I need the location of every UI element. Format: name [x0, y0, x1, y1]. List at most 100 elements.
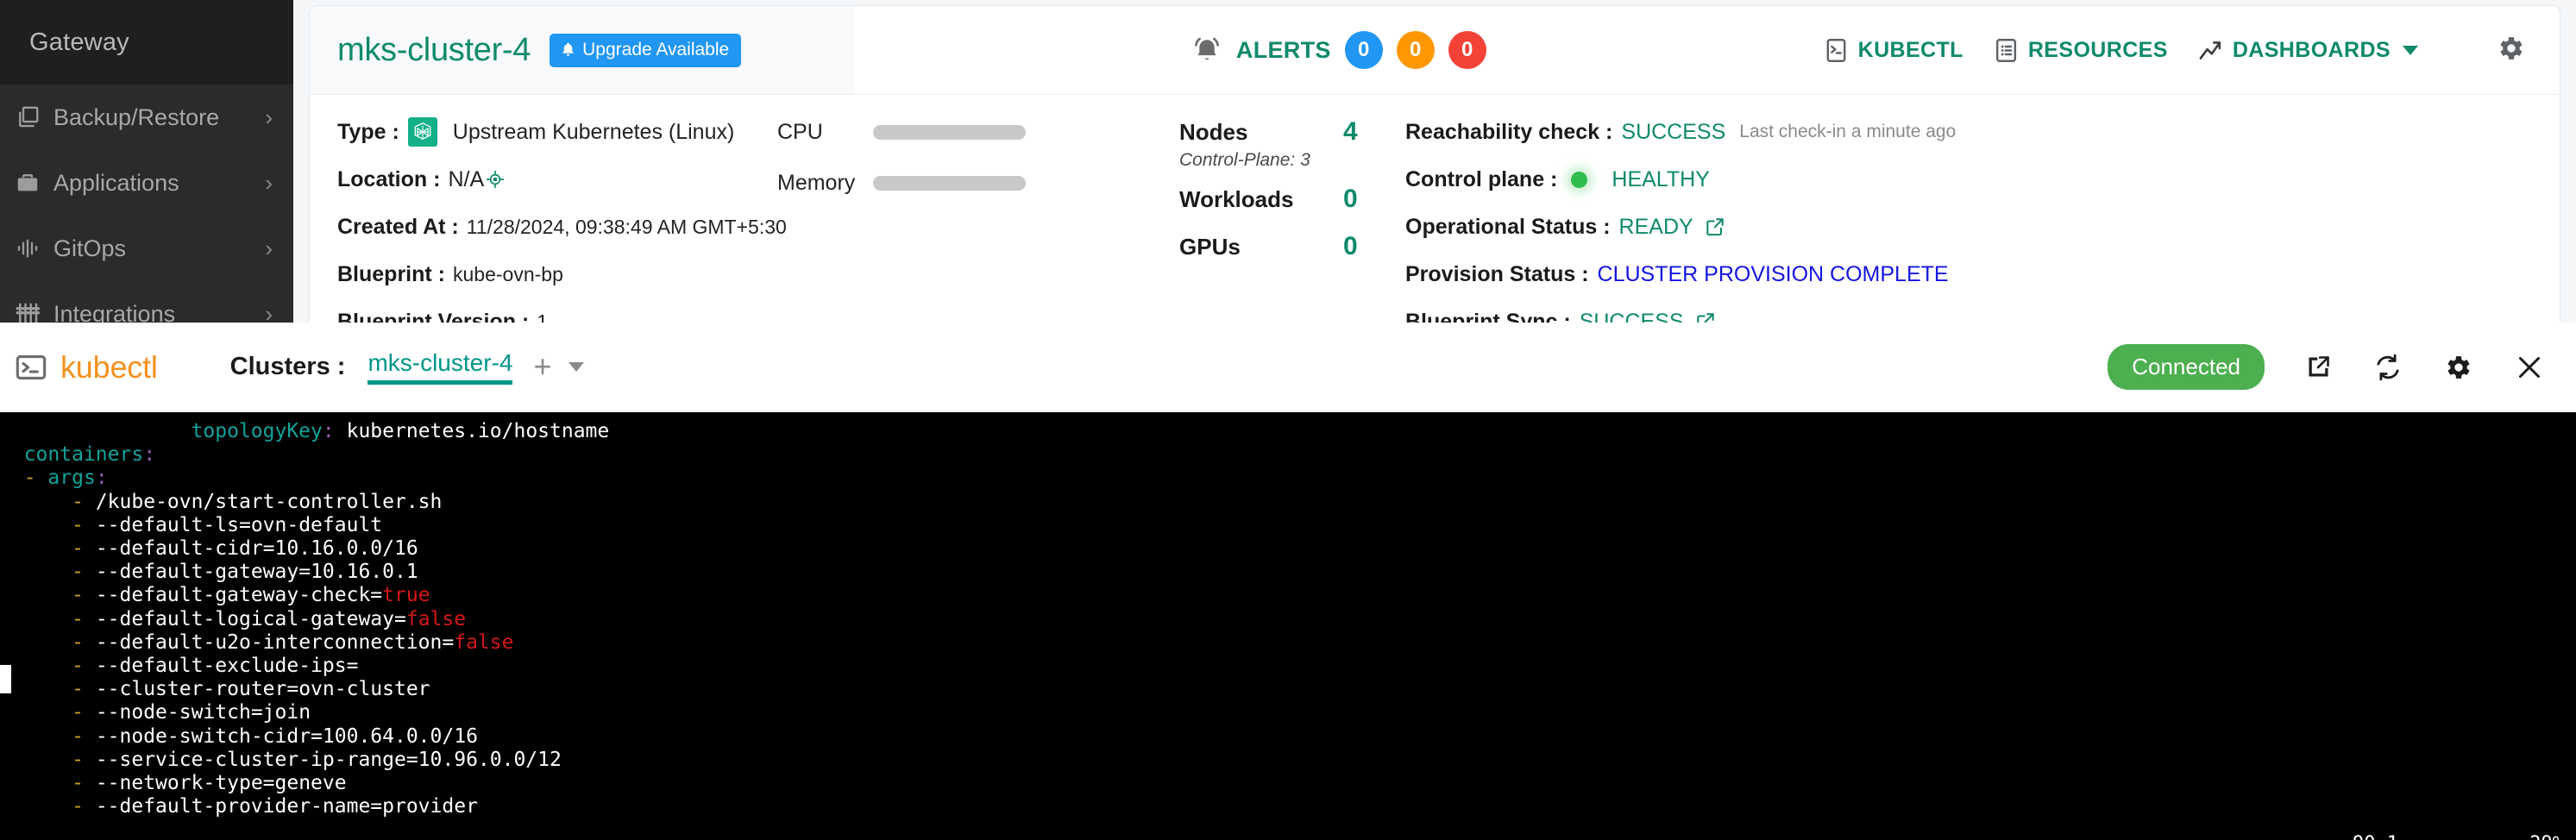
- gear-icon[interactable]: [2443, 352, 2474, 383]
- list-card-icon: [1993, 37, 2020, 64]
- terminal-line: containers:: [23, 443, 156, 467]
- count-nodes-label: Nodes: [1179, 119, 1248, 145]
- detail-location: Location : N/A: [337, 165, 767, 194]
- count-gpus: GPUs 0: [1179, 232, 1405, 261]
- count-workloads: Workloads 0: [1179, 185, 1405, 214]
- upgrade-available-button[interactable]: Upgrade Available: [550, 33, 742, 67]
- page-title: mks-cluster-4: [337, 31, 531, 68]
- alerts-label: ALERTS: [1235, 36, 1331, 63]
- status-control-plane-value: HEALTHY: [1612, 166, 1710, 191]
- cluster-status-column: Reachability check : SUCCESS Last check-…: [1405, 117, 2560, 323]
- detail-created-value: 11/28/2024, 09:38:49 AM GMT+5:30: [466, 215, 787, 238]
- external-link-icon[interactable]: [1704, 216, 1726, 238]
- sidebar-item-label: GitOps: [53, 235, 127, 261]
- settings-gear-button[interactable]: [2496, 33, 2527, 68]
- sidebar-item-label: Backup/Restore: [53, 103, 220, 130]
- status-indicator-dot: [1571, 171, 1588, 188]
- terminal-line: - args:: [23, 467, 108, 490]
- kubectl-toolbar: kubectl Clusters : mks-cluster-4 + Conne…: [0, 323, 2576, 412]
- external-link-icon[interactable]: [2304, 353, 2333, 381]
- detail-created-at: Created At : 11/28/2024, 09:38:49 AM GMT…: [337, 212, 787, 241]
- status-provision-label: Provision Status :: [1405, 261, 1589, 286]
- cursor-position: 90,1: [2353, 832, 2398, 840]
- terminal-line: - --service-cluster-ip-range=10.96.0.0/1…: [72, 748, 562, 771]
- chevron-right-icon: ›: [265, 104, 273, 130]
- status-provision: Provision Status : CLUSTER PROVISION COM…: [1405, 260, 2560, 289]
- alert-badge-info[interactable]: 0: [1344, 31, 1383, 69]
- sidebar-item-applications[interactable]: Applications ›: [0, 150, 293, 216]
- alerts-zone: ALERTS 0 0 0: [855, 6, 1823, 94]
- terminal-icon: [14, 350, 48, 385]
- terminal-line: - --node-switch=join: [72, 701, 311, 724]
- status-reachability-value: SUCCESS: [1621, 119, 1726, 144]
- count-nodes-value: 4: [1343, 117, 1358, 146]
- status-reachability-label: Reachability check :: [1405, 119, 1613, 144]
- detail-blueprint-version-clipped: Blueprint Version : 1: [337, 307, 767, 323]
- terminal-lines: topologyKey: kubernetes.io/hostname cont…: [0, 420, 2576, 818]
- count-gpus-label: GPUs: [1179, 234, 1241, 260]
- close-icon[interactable]: [2514, 352, 2545, 383]
- terminal-scrollbar-thumb[interactable]: [0, 665, 11, 694]
- external-link-icon[interactable]: [1694, 310, 1717, 323]
- bell-alert-icon: [1191, 34, 1222, 66]
- detail-blueprint-version-label: Blueprint Version :: [337, 309, 530, 323]
- dashboards-label: DASHBOARDS: [2232, 37, 2391, 62]
- sidebar-header-label: Gateway: [29, 28, 129, 56]
- alert-count: 0: [1461, 38, 1473, 61]
- cluster-card-header: mks-cluster-4 Upgrade Available ALERTS 0…: [310, 6, 2560, 95]
- connection-status-badge: Connected: [2108, 344, 2265, 390]
- cluster-card-body: Type : Upstream Kubernetes (Linux) Locat…: [310, 95, 2560, 323]
- status-provision-value[interactable]: CLUSTER PROVISION COMPLETE: [1598, 262, 1949, 287]
- terminal-line: - --default-cidr=10.16.0.0/16: [72, 537, 418, 561]
- terminal-line: - --default-u2o-interconnection=false: [72, 630, 514, 654]
- cluster-overview-card: mks-cluster-4 Upgrade Available ALERTS 0…: [309, 5, 2560, 323]
- cluster-details-column: Type : Upstream Kubernetes (Linux) Locat…: [310, 117, 787, 323]
- status-blueprint-sync: Blueprint Sync : SUCCESS: [1405, 307, 2560, 323]
- terminal-output[interactable]: topologyKey: kubernetes.io/hostname cont…: [0, 412, 2576, 840]
- detail-blueprint-value: kube-ovn-bp: [453, 262, 563, 285]
- terminal-line: topologyKey: kubernetes.io/hostname: [191, 420, 610, 442]
- cluster-tab-mks-cluster-4[interactable]: mks-cluster-4: [368, 349, 513, 385]
- bell-icon: [562, 42, 574, 56]
- terminal-line: - --default-provider-name=provider: [72, 795, 478, 818]
- briefcase-icon: [2, 170, 53, 196]
- sidebar-item-backup-restore[interactable]: Backup/Restore ›: [0, 85, 293, 150]
- detail-blueprint: Blueprint : kube-ovn-bp: [337, 260, 767, 289]
- status-blueprint-sync-clipped: Blueprint Sync : SUCCESS: [1405, 307, 2560, 323]
- kubectl-button[interactable]: KUBECTL: [1823, 37, 1963, 64]
- terminal-line: - /kube-ovn/start-controller.sh: [72, 490, 443, 513]
- add-cluster-tab-button[interactable]: +: [533, 351, 551, 382]
- trend-up-icon: [2197, 37, 2224, 64]
- meter-memory-label: Memory: [777, 170, 856, 195]
- sidebar-item-gitops[interactable]: GitOps ›: [0, 216, 293, 281]
- alert-count: 0: [1410, 38, 1422, 61]
- detail-blueprint-version-value: 1: [537, 310, 549, 323]
- kubectl-label: KUBECTL: [1857, 37, 1963, 62]
- terminal-line: - --network-type=geneve: [72, 772, 347, 795]
- meter-cpu: CPU: [777, 117, 1026, 147]
- cluster-counts-column: Nodes 4 Control-Plane: 3 Workloads 0 GPU…: [1026, 117, 1405, 323]
- header-actions: KUBECTL RESOURCES DASHBOARDS: [1823, 6, 2560, 94]
- refresh-icon[interactable]: [2372, 352, 2403, 383]
- sidebar-item-label: Applications: [53, 169, 179, 196]
- resources-button[interactable]: RESOURCES: [1993, 37, 2168, 64]
- status-reachability-note: Last check-in a minute ago: [1739, 122, 1957, 141]
- status-control-plane-label: Control plane :: [1405, 166, 1558, 191]
- alert-badge-critical[interactable]: 0: [1448, 31, 1486, 69]
- chevron-down-icon: [2403, 45, 2418, 55]
- terminal-line: - --default-exclude-ips=: [72, 655, 359, 678]
- app-root: Gateway Backup/Restore › Applications ›: [0, 0, 2576, 840]
- chevron-down-icon[interactable]: [569, 362, 585, 372]
- main-content: mks-cluster-4 Upgrade Available ALERTS 0…: [293, 0, 2576, 323]
- detail-type-value: Upstream Kubernetes (Linux): [452, 119, 735, 144]
- status-operational: Operational Status : READY: [1405, 212, 2560, 241]
- target-icon[interactable]: [485, 169, 506, 190]
- alert-badge-warning[interactable]: 0: [1396, 31, 1435, 69]
- terminal-line: - --default-gateway-check=true: [72, 584, 430, 607]
- status-blueprint-sync-label: Blueprint Sync :: [1405, 309, 1571, 323]
- clusters-label: Clusters :: [229, 353, 346, 380]
- terminal-icon: [1823, 37, 1850, 64]
- resources-label: RESOURCES: [2027, 37, 2168, 62]
- resource-meters-column: CPU Memory: [767, 117, 1026, 323]
- dashboards-dropdown[interactable]: DASHBOARDS: [2197, 37, 2418, 64]
